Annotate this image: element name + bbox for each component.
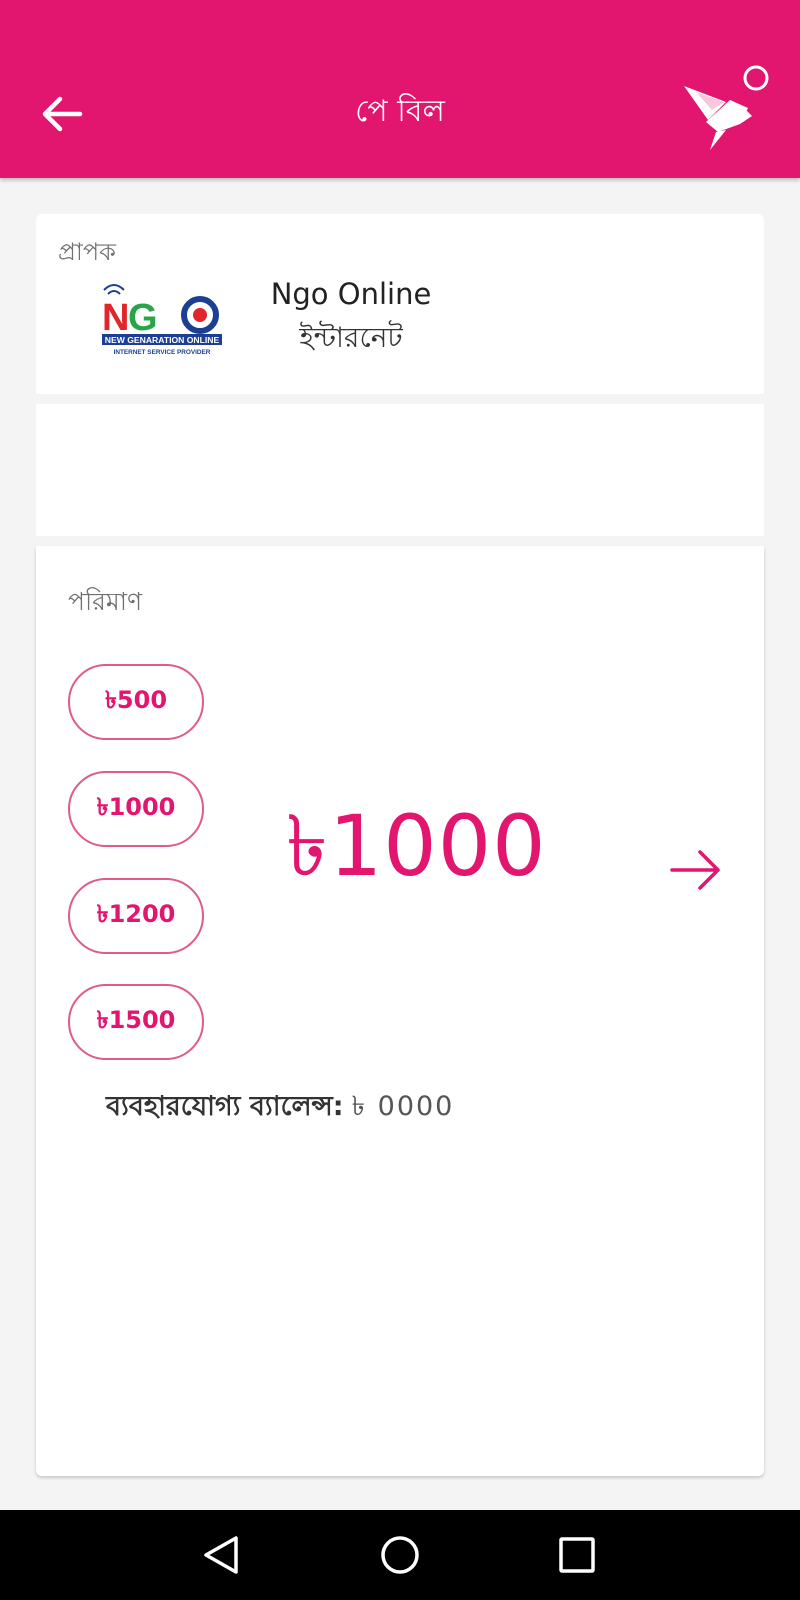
nav-recents-button[interactable] — [552, 1530, 602, 1580]
triangle-back-icon — [204, 1536, 238, 1574]
selected-amount[interactable]: ৳1000 — [286, 796, 547, 896]
app-bar: পে বিল — [0, 0, 800, 178]
recipient-card: প্রাপক N G NEW GENARATION ONLINE INTERNE… — [36, 214, 764, 394]
svg-text:INTERNET SERVICE PROVIDER: INTERNET SERVICE PROVIDER — [114, 349, 211, 356]
recipient-name: Ngo Online — [270, 277, 432, 311]
nav-home-button[interactable] — [375, 1530, 425, 1580]
amount-label: পরিমাণ — [68, 587, 143, 616]
svg-text:NEW GENARATION ONLINE: NEW GENARATION ONLINE — [105, 335, 220, 345]
available-balance: ব্যবহারযোগ্য ব্যালেন্স: ৳ 0000 — [106, 1086, 454, 1131]
recipient-label: প্রাপক — [58, 238, 116, 266]
circle-home-icon — [381, 1536, 419, 1574]
brand-logo — [682, 62, 772, 154]
recipient-type: ইন্টারনেট — [299, 321, 403, 354]
preset-1000-button[interactable]: ৳1000 — [68, 771, 204, 847]
system-nav-bar — [0, 1510, 800, 1600]
nav-back-button[interactable] — [198, 1530, 248, 1580]
preset-1500-button[interactable]: ৳1500 — [68, 984, 204, 1060]
ngo-logo: N G NEW GENARATION ONLINE INTERNET SERVI… — [100, 278, 224, 358]
svg-text:N: N — [102, 297, 129, 339]
arrow-right-icon — [670, 850, 720, 890]
balance-label: ব্যবহারযোগ্য ব্যালেন্স: — [106, 1091, 344, 1122]
page-title: পে বিল — [355, 94, 445, 129]
reference-card — [36, 404, 764, 536]
origami-bird-icon — [684, 65, 769, 150]
next-button[interactable] — [666, 844, 726, 896]
preset-500-button[interactable]: ৳500 — [68, 664, 204, 740]
square-recents-icon — [559, 1537, 595, 1573]
balance-value: ৳ 0000 — [351, 1091, 455, 1122]
svg-text:G: G — [128, 297, 158, 339]
preset-1200-button[interactable]: ৳1200 — [68, 878, 204, 954]
amount-card: পরিমাণ ৳500 ৳1000 ৳1200 ৳1500 ৳1000 ব্যব… — [36, 546, 764, 1476]
